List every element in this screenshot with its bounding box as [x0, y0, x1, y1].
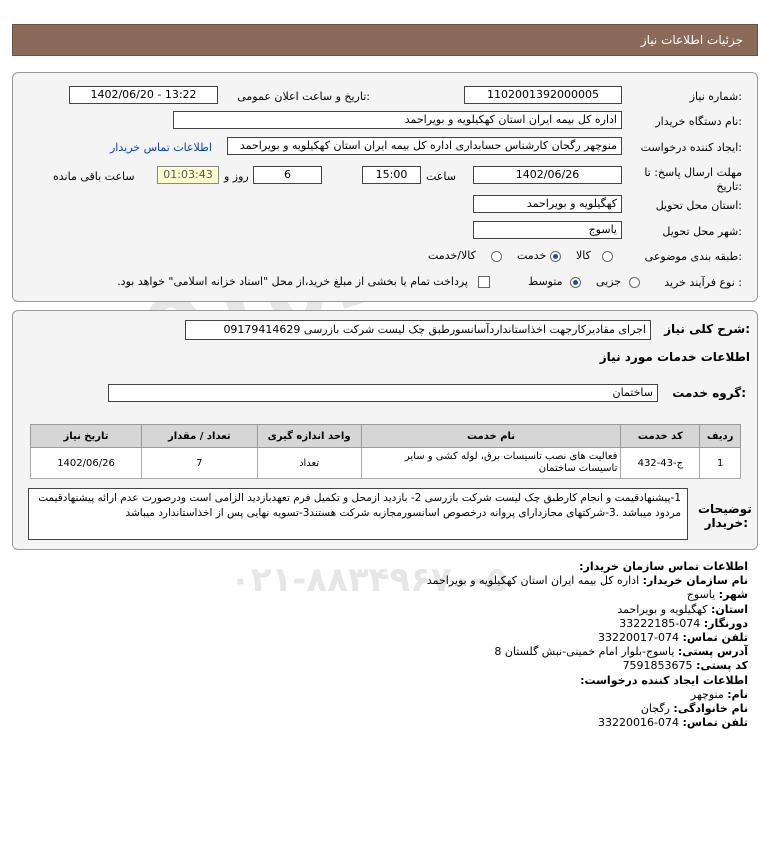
city-label: شهر محل تحویل:: [662, 225, 742, 238]
buyer-notes-text: 1-پیشنهادقیمت و انجام کارطبق چک لیست شرک…: [28, 488, 688, 540]
contact-heading: اطلاعات تماس سازمان خریدار:: [579, 560, 748, 573]
creator-heading: اطلاعات ایجاد کننده درخواست:: [580, 673, 748, 687]
info-panel: [12, 72, 758, 302]
category-service-label: خدمت: [517, 249, 547, 262]
page-title: جزئیات اطلاعات نیاز: [640, 33, 743, 47]
col-row: ردیف: [699, 424, 741, 448]
col-date: تاریخ نیاز: [29, 424, 143, 448]
page-header: جزئیات اطلاعات نیاز: [12, 24, 758, 56]
cell-name: فعالیت های نصب تاسیسات برق، لوله کشی و س…: [360, 447, 622, 479]
process-label: نوع فرآیند خرید :: [664, 276, 742, 289]
col-code: کد خدمت: [620, 424, 701, 448]
creator-label: ایجاد کننده درخواست:: [640, 141, 742, 154]
category-goods-label: کالا: [576, 249, 591, 262]
treasury-payment-note: پرداخت تمام یا بخشی از مبلغ خرید،از محل …: [117, 275, 468, 288]
cell-date: 1402/06/26: [29, 447, 143, 479]
creator-field[interactable]: منوچهر رگجان کارشناس حسابداری اداره کل ب…: [227, 137, 622, 155]
province-field[interactable]: کهگیلویه و بویراحمد: [473, 195, 622, 213]
table-header-row: ردیف کد خدمت نام خدمت واحد اندازه گیری ت…: [29, 424, 741, 448]
col-unit: واحد اندازه گیری: [256, 424, 362, 448]
buyer-org-label: نام دستگاه خریدار:: [655, 115, 742, 128]
col-name: نام خدمت: [360, 424, 622, 448]
cell-qty: 7: [141, 447, 258, 479]
col-qty: تعداد / مقدار: [141, 424, 258, 448]
province-label: استان محل تحویل:: [655, 199, 742, 212]
time-label: ساعت: [426, 170, 456, 183]
deadline-date-field[interactable]: 1402/06/26: [473, 166, 622, 184]
category-radio-goods-service[interactable]: [491, 251, 502, 262]
deadline-label: مهلت ارسال پاسخ: تا: [644, 166, 742, 179]
deadline-date-label: تاریخ:: [716, 180, 742, 193]
creator-family: نام خانوادگی: رگجان: [640, 702, 748, 716]
days-field[interactable]: 6: [253, 166, 322, 184]
announce-label: تاریخ و ساعت اعلان عمومی:: [237, 90, 370, 103]
contact-province: استان: کهگیلویه و بویراحمد: [617, 602, 748, 616]
need-desc-field[interactable]: اجرای مقادیرکارجهت اخذاستانداردآسانسورطب…: [185, 320, 651, 340]
table-row[interactable]: 1 ج-43-432 فعالیت های نصب تاسیسات برق، ل…: [29, 447, 741, 479]
contact-fax: دورنگار: 074-33222185: [619, 616, 748, 630]
cell-unit: تعداد: [256, 447, 362, 479]
announce-field[interactable]: 1402/06/20 - 13:22: [69, 86, 218, 104]
process-medium-label: متوسط: [528, 275, 563, 288]
need-number-label: شماره نیاز:: [689, 90, 742, 103]
contact-org: نام سازمان خریدار: اداره کل بیمه ایران ا…: [426, 574, 748, 588]
cell-code: ج-43-432: [620, 447, 701, 479]
remaining-time: 01:03:43: [157, 166, 219, 184]
need-number-field[interactable]: 1102001392000005: [464, 86, 622, 104]
category-label: طبقه بندی موضوعی:: [644, 250, 742, 263]
contact-address: آدرس پستی: یاسوج-بلوار امام خمینی-نبش گل…: [494, 645, 748, 659]
category-goods-service-label: کالا/خدمت: [428, 249, 476, 262]
contact-city: شهر: یاسوج: [686, 588, 748, 602]
buyer-org-field[interactable]: اداره کل بیمه ایران استان کهکیلویه و بوی…: [173, 111, 622, 129]
creator-name: نام: منوچهر: [690, 687, 748, 701]
buyer-notes-label: توضیحات خریدار:: [698, 502, 752, 530]
deadline-time-field[interactable]: 15:00: [362, 166, 421, 184]
service-group-label: گروه خدمت:: [672, 386, 746, 400]
category-radio-goods[interactable]: [602, 251, 613, 262]
process-radio-minor[interactable]: [629, 277, 640, 288]
cell-row: 1: [699, 447, 741, 479]
contact-section: اطلاعات تماس سازمان خریدار: نام سازمان خ…: [427, 560, 748, 730]
category-radio-service[interactable]: [550, 251, 561, 262]
days-label: روز و: [224, 170, 249, 183]
process-radio-medium[interactable]: [570, 277, 581, 288]
need-desc-label: شرح کلی نیاز:: [664, 322, 750, 336]
process-minor-label: جزیی: [596, 275, 622, 288]
contact-phone: تلفن تماس: 074-33220017: [598, 631, 748, 645]
remaining-label: ساعت باقی مانده: [53, 170, 135, 183]
city-field[interactable]: یاسوج: [473, 221, 622, 239]
service-group-field[interactable]: ساختمان: [108, 384, 658, 402]
creator-phone: تلفن تماس: 074-33220016: [598, 716, 748, 730]
contact-postal: کد پستی: 7591853675: [622, 659, 748, 673]
services-heading: اطلاعات خدمات مورد نیاز: [599, 350, 750, 364]
services-table: ردیف کد خدمت نام خدمت واحد اندازه گیری ت…: [29, 424, 741, 479]
buyer-contact-link[interactable]: اطلاعات تماس خریدار: [110, 141, 212, 154]
treasury-checkbox[interactable]: [478, 276, 490, 288]
